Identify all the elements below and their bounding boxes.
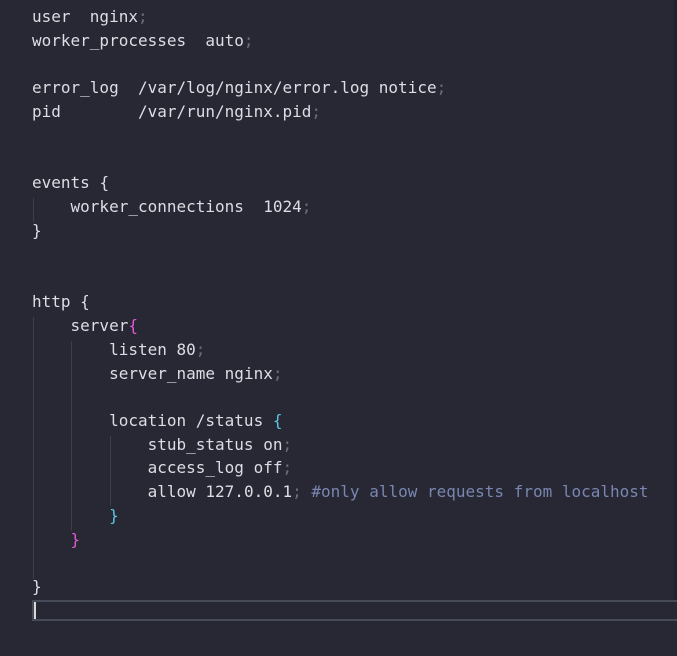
semicolon: ; xyxy=(301,197,312,216)
directive-keyword: error_log xyxy=(32,78,119,97)
directive-value: nginx xyxy=(89,7,138,26)
block-keyword: events xyxy=(32,173,90,192)
directive-value: nginx xyxy=(224,364,273,383)
open-brace: { xyxy=(80,292,90,311)
open-brace: { xyxy=(99,173,110,192)
code-line: allow 127.0.0.1; #only allow requests fr… xyxy=(32,480,649,504)
code-line: error_log /var/log/nginx/error.log notic… xyxy=(32,76,446,100)
semicolon: ; xyxy=(137,7,148,26)
code-line: pid /var/run/nginx.pid; xyxy=(32,100,321,124)
block-keyword: http xyxy=(32,292,71,311)
code-line: events { xyxy=(32,171,109,195)
directive-keyword: user xyxy=(32,7,71,26)
code-line: server_name nginx; xyxy=(32,362,282,386)
code-line: worker_connections 1024; xyxy=(32,195,312,219)
close-brace: } xyxy=(32,221,42,240)
semicolon: ; xyxy=(311,102,321,121)
directive-keyword: server_name xyxy=(109,364,216,383)
directive-keyword: access_log xyxy=(147,458,244,477)
text-cursor xyxy=(34,602,36,619)
semicolon: ; xyxy=(282,458,293,477)
open-brace: { xyxy=(272,411,283,430)
semicolon: ; xyxy=(292,482,302,501)
code-line: http { xyxy=(32,290,90,314)
code-line: access_log off; xyxy=(32,456,293,480)
directive-keyword: stub_status xyxy=(147,435,254,454)
directive-keyword: listen xyxy=(109,340,167,359)
code-line: server{ xyxy=(32,314,138,338)
code-line: } xyxy=(32,575,42,599)
current-line-highlight[interactable] xyxy=(32,600,677,621)
code-line: listen 80; xyxy=(32,338,205,362)
block-keyword: server xyxy=(70,316,129,335)
close-brace: } xyxy=(32,577,42,596)
code-editor[interactable]: # user nginx; worker_processes auto; err… xyxy=(0,0,677,656)
directive-value: 1024 xyxy=(263,197,302,216)
open-brace: { xyxy=(128,316,138,335)
directive-keyword: pid xyxy=(32,102,61,121)
code-line: stub_status on; xyxy=(32,433,293,457)
code-line: worker_processes auto; xyxy=(32,29,254,53)
directive-value: /var/log/nginx/error.log notice xyxy=(137,78,437,97)
directive-value: 80 xyxy=(176,340,196,359)
directive-value: on xyxy=(263,435,283,454)
semicolon: ; xyxy=(195,340,206,359)
semicolon: ; xyxy=(282,435,293,454)
block-keyword: location xyxy=(109,411,187,430)
directive-keyword: worker_connections xyxy=(70,197,244,216)
directive-value: /var/run/nginx.pid xyxy=(137,102,312,121)
code-comment: #only allow requests from localhost xyxy=(311,482,649,501)
directive-value: 127.0.0.1 xyxy=(205,482,293,501)
directive-keyword: allow xyxy=(147,482,196,501)
directive-keyword: worker_processes xyxy=(32,31,187,50)
close-brace: } xyxy=(109,506,119,525)
close-brace: } xyxy=(70,530,81,549)
semicolon: ; xyxy=(272,364,283,383)
directive-value: off xyxy=(253,458,283,477)
directive-value: /status xyxy=(195,411,264,430)
code-line: user nginx; xyxy=(32,5,148,29)
directive-value: auto xyxy=(205,31,244,50)
code-line: } xyxy=(32,219,42,243)
semicolon: ; xyxy=(243,31,254,50)
semicolon: ; xyxy=(436,78,447,97)
code-line: location /status { xyxy=(32,409,282,433)
code-line: } xyxy=(32,528,81,552)
code-line: } xyxy=(32,504,119,528)
